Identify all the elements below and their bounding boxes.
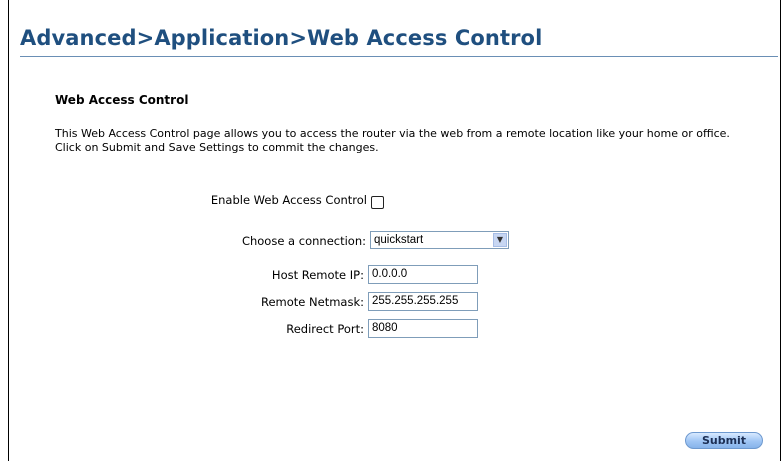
chevron-down-icon[interactable]: ▼	[493, 233, 507, 247]
content-frame: Advanced>Application>Web Access Control …	[8, 0, 781, 461]
remote-netmask-input[interactable]: 255.255.255.255	[368, 292, 478, 311]
description-line-1: This Web Access Control page allows you …	[55, 127, 730, 140]
enable-web-access-label: Enable Web Access Control	[210, 193, 367, 207]
remote-netmask-label: Remote Netmask:	[261, 295, 364, 309]
page-description: This Web Access Control page allows you …	[55, 127, 775, 155]
host-remote-ip-label: Host Remote IP:	[271, 268, 364, 282]
redirect-port-input[interactable]: 8080	[368, 319, 478, 338]
enable-web-access-checkbox[interactable]	[371, 196, 384, 209]
section-heading: Web Access Control	[55, 93, 189, 107]
page-title: Advanced>Application>Web Access Control	[20, 26, 543, 50]
host-remote-ip-input[interactable]: 0.0.0.0	[368, 265, 478, 284]
description-line-2: Click on Submit and Save Settings to com…	[55, 141, 379, 154]
redirect-port-label: Redirect Port:	[286, 322, 364, 336]
submit-button[interactable]: Submit	[685, 432, 763, 449]
connection-select[interactable]: quickstart ▼	[370, 231, 509, 249]
connection-selected-value: quickstart	[374, 234, 424, 246]
connection-label: Choose a connection:	[241, 234, 366, 248]
title-divider	[20, 56, 778, 57]
